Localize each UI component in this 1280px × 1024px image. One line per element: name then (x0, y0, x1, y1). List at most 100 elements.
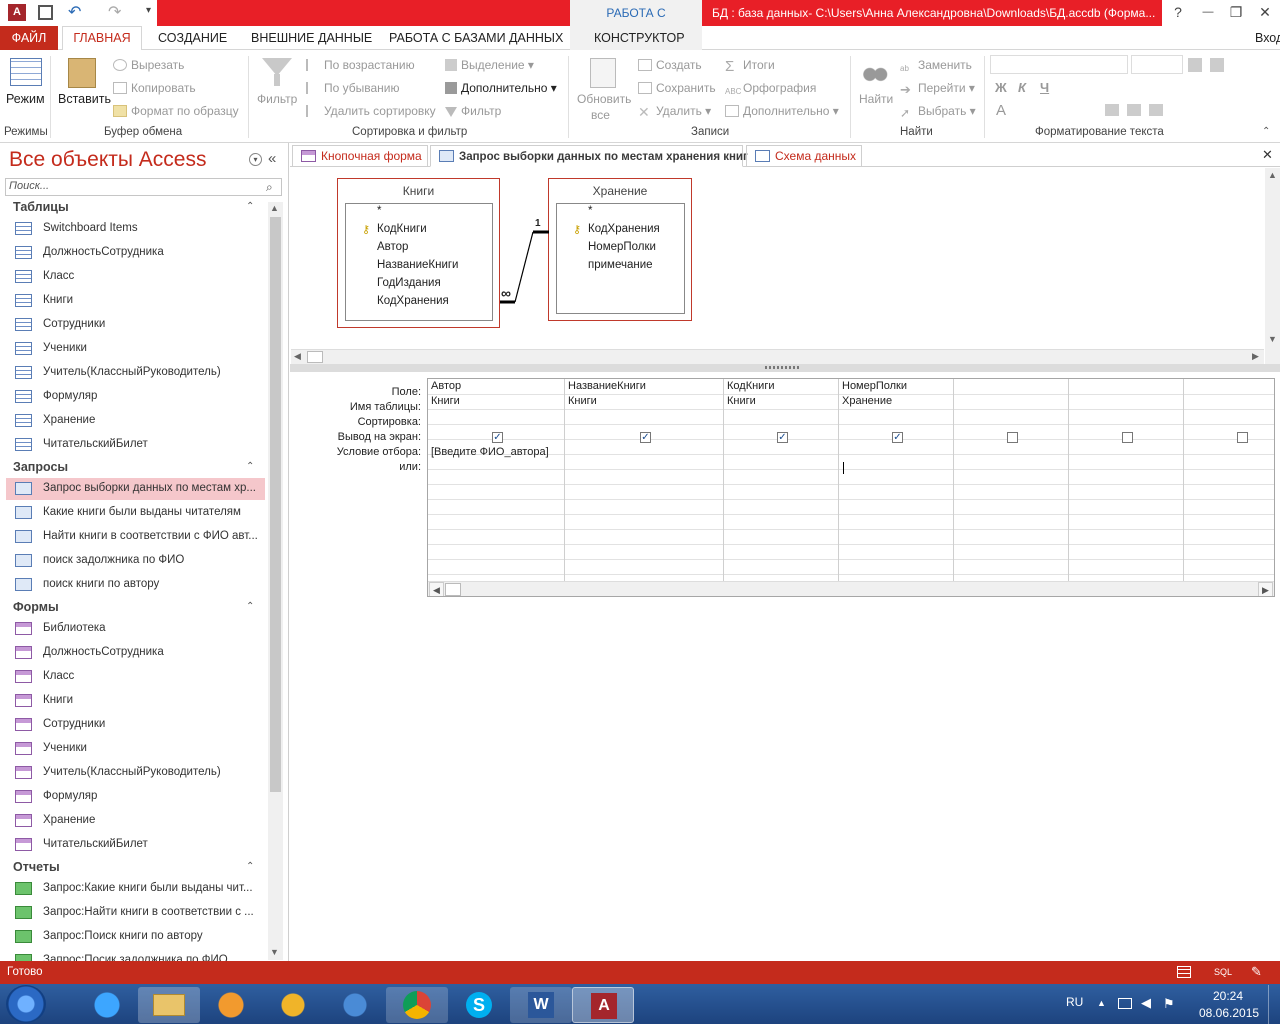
more-records-button[interactable]: Дополнительно ▾ (725, 104, 839, 118)
show-checkbox[interactable]: ✓ (892, 432, 903, 443)
minimize-button[interactable]: — (1193, 0, 1223, 26)
nav-section-header[interactable]: Таблицы (13, 200, 69, 214)
access-app-icon[interactable]: A (8, 4, 26, 21)
nav-scroll-down-icon[interactable]: ▼ (270, 947, 279, 957)
taskbar-word-icon[interactable]: W (510, 987, 572, 1023)
restore-button[interactable]: ❐ (1221, 0, 1251, 26)
start-button-icon[interactable] (6, 985, 46, 1023)
tray-volume-icon[interactable]: ◀ (1141, 995, 1151, 1011)
collapse-ribbon-icon[interactable]: ⌃ (1262, 126, 1270, 137)
nav-item-form[interactable]: Учитель(КлассныйРуководитель) (15, 762, 265, 784)
taskbar-app-icon[interactable] (324, 987, 386, 1023)
collapse-section-icon[interactable]: ⌃ (246, 461, 254, 472)
sign-in-link[interactable]: Вход (1255, 26, 1280, 50)
nav-item-form[interactable]: Библиотека (15, 618, 265, 640)
remove-sort-button[interactable]: Удалить сортировку (306, 104, 436, 118)
grid-hscrollbar[interactable] (428, 581, 1274, 596)
search-icon[interactable]: ⌕ (266, 180, 273, 195)
nav-item-form[interactable]: Сотрудники (15, 714, 265, 736)
show-checkbox[interactable]: ✓ (640, 432, 651, 443)
nav-item-query[interactable]: поиск книги по автору (15, 574, 265, 596)
datasheet-view-icon[interactable] (1177, 966, 1191, 978)
save-record-button[interactable]: Сохранить (638, 81, 716, 95)
design-view-icon[interactable]: ✎ (1251, 964, 1262, 980)
table-field[interactable]: НомерПолки (588, 241, 656, 253)
field-cell[interactable]: Автор (431, 380, 461, 392)
show-desktop-button[interactable] (1268, 985, 1280, 1024)
table-cell[interactable]: Хранение (842, 395, 892, 407)
table-field[interactable]: КодХранения (377, 295, 449, 307)
collapse-section-icon[interactable]: ⌃ (246, 861, 254, 872)
refresh-all-button[interactable]: Обновить (577, 92, 631, 106)
sort-cell[interactable] (1187, 410, 1274, 423)
table-cell[interactable]: Книги (431, 395, 460, 407)
tab-file[interactable]: ФАЙЛ (0, 26, 58, 50)
nav-section-header[interactable]: Отчеты (13, 860, 60, 874)
quick-access-customize-icon[interactable]: ▾ (146, 5, 151, 16)
tab-design[interactable]: КОНСТРУКТОР (594, 26, 685, 50)
field-cell[interactable]: КодКниги (727, 380, 775, 392)
help-button[interactable]: ? (1163, 0, 1193, 26)
nav-item-table[interactable]: Ученики (15, 338, 265, 360)
taskbar-explorer-icon[interactable] (138, 987, 200, 1023)
nav-scroll-up-icon[interactable]: ▲ (270, 203, 279, 213)
list-icons[interactable] (1188, 58, 1228, 72)
table-cell[interactable]: Книги (727, 395, 756, 407)
nav-item-table[interactable]: ДолжностьСотрудника (15, 242, 265, 264)
sort-ascending-button[interactable]: По возрастанию (306, 58, 415, 72)
nav-item-table[interactable]: ЧитательскийБилет (15, 434, 265, 456)
table-field[interactable]: * (377, 205, 381, 217)
nav-shutter-icon[interactable]: « (268, 150, 276, 167)
or-cell[interactable] (431, 461, 562, 474)
nav-item-table[interactable]: Сотрудники (15, 314, 265, 336)
close-document-icon[interactable]: ✕ (1262, 147, 1273, 163)
tab-create[interactable]: СОЗДАНИЕ (158, 26, 227, 50)
table-field[interactable]: примечание (588, 259, 653, 271)
tab-switchboard-form[interactable]: Кнопочная форма (292, 145, 428, 167)
upper-scroll-down-icon[interactable]: ▼ (1268, 334, 1277, 344)
upper-scroll-right-icon[interactable]: ▶ (1252, 351, 1259, 362)
upper-hscrollbar[interactable] (291, 349, 1264, 364)
nav-item-table[interactable]: Книги (15, 290, 265, 312)
table-field[interactable]: НазваниеКниги (377, 259, 458, 271)
table-cell[interactable]: Книги (568, 395, 597, 407)
sort-cell[interactable] (842, 410, 951, 423)
nav-item-form[interactable]: ДолжностьСотрудника (15, 642, 265, 664)
nav-menu-chevron-icon[interactable]: ▾ (249, 153, 262, 166)
table-field[interactable]: ГодИздания (377, 277, 441, 289)
show-checkbox[interactable]: ✓ (492, 432, 503, 443)
sql-view-button[interactable]: SQL (1214, 967, 1232, 977)
spelling-button[interactable]: ABC Орфография (725, 81, 816, 99)
new-record-button[interactable]: Создать (638, 58, 702, 72)
clock-date[interactable]: 08.06.2015 (1199, 1006, 1259, 1020)
taskbar-skype-icon[interactable]: S (448, 987, 510, 1023)
or-cell[interactable] (568, 461, 721, 474)
table-field[interactable]: КодХранения (588, 223, 660, 235)
or-cell[interactable] (842, 461, 951, 474)
nav-item-form[interactable]: Ученики (15, 738, 265, 760)
nav-item-query[interactable]: Запрос выборки данных по местам хр... (6, 478, 265, 500)
nav-item-report[interactable]: Запрос:Какие книги были выданы чит... (15, 878, 265, 900)
nav-item-report[interactable]: Запрос:Найти книги в соответствии с ... (15, 902, 265, 924)
tab-relationships[interactable]: Схема данных (746, 145, 862, 167)
taskbar-ie-icon[interactable] (76, 987, 138, 1023)
save-icon[interactable] (38, 5, 53, 20)
show-checkbox[interactable] (1007, 432, 1018, 443)
field-cell[interactable]: НазваниеКниги (568, 380, 646, 392)
nav-item-query[interactable]: Какие книги были выданы читателям (15, 502, 265, 524)
nav-item-table[interactable]: Формуляр (15, 386, 265, 408)
nav-item-query[interactable]: поиск задолжника по ФИО (15, 550, 265, 572)
nav-item-form[interactable]: ЧитательскийБилет (15, 834, 265, 856)
totals-button[interactable]: Σ Итоги (725, 58, 775, 74)
nav-item-report[interactable]: Запрос:Поиск книги по автору (15, 926, 265, 948)
underline-button[interactable]: Ч (1040, 80, 1049, 95)
tab-external-data[interactable]: ВНЕШНИЕ ДАННЫЕ (251, 26, 372, 50)
sort-cell[interactable] (431, 410, 562, 423)
upper-scroll-left-icon[interactable]: ◀ (294, 351, 301, 362)
collapse-section-icon[interactable]: ⌃ (246, 201, 254, 212)
nav-section-header[interactable]: Запросы (13, 460, 68, 474)
view-mode-button[interactable]: Режим (6, 92, 45, 106)
upper-scroll-up-icon[interactable]: ▲ (1268, 170, 1277, 180)
show-checkbox[interactable]: ✓ (777, 432, 788, 443)
refresh-all-button-line2[interactable]: все (591, 108, 610, 122)
